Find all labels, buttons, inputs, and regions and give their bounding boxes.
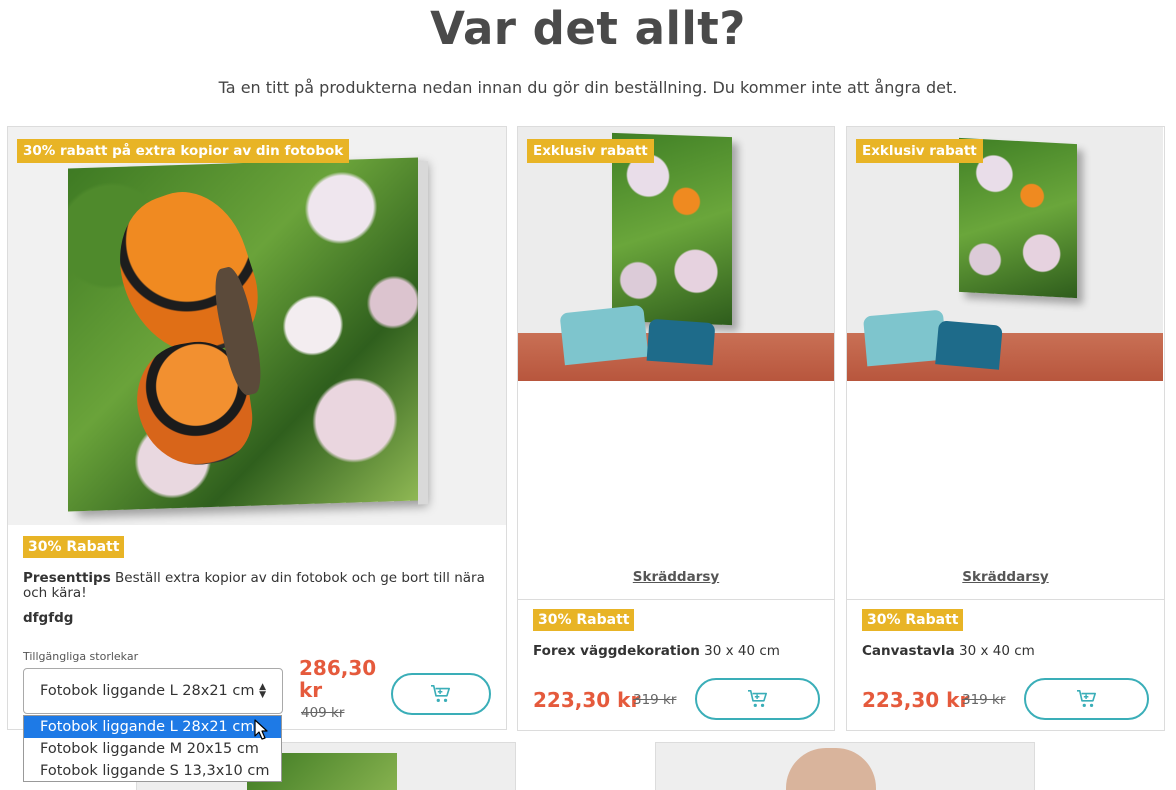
product-image-photobook: [8, 127, 506, 525]
old-price: 319 kr: [633, 692, 677, 708]
product-name: Canvastavla: [862, 643, 955, 659]
product-name-line: Forex väggdekoration 30 x 40 cm: [533, 644, 780, 659]
old-price: 319 kr: [962, 692, 1006, 708]
page-title: Var det allt?: [430, 2, 746, 55]
product-note: dfgfdg: [23, 610, 74, 626]
discount-badge: 30% Rabatt: [533, 609, 635, 631]
product-name-line: Canvastavla 30 x 40 cm: [862, 644, 1035, 659]
page-subtitle: Ta en titt på produkterna nedan innan du…: [218, 78, 958, 97]
shopping-cart-icon: [747, 690, 767, 707]
size-option[interactable]: Fotobok liggande M 20x15 cm: [24, 738, 281, 760]
product-size: 30 x 40 cm: [704, 643, 780, 659]
promo-tag: Exklusiv rabatt: [856, 139, 983, 163]
add-to-cart-button[interactable]: [391, 673, 491, 715]
customize-link[interactable]: Skräddarsy: [847, 569, 1164, 585]
product-image-canvas: [847, 127, 1163, 381]
customize-link[interactable]: Skräddarsy: [518, 569, 834, 585]
size-option[interactable]: Fotobok liggande S 13,3x10 cm: [24, 760, 281, 782]
photobook-image: [68, 157, 428, 512]
product-card-canvas: Exklusiv rabatt Skräddarsy 30% Rabatt Ca…: [846, 126, 1165, 731]
price: 223,30 kr: [533, 688, 641, 712]
description-bold: Presenttips: [23, 570, 111, 586]
select-arrows-icon: ▲ ▼: [259, 682, 266, 700]
product-card-photobook: 30% rabatt på extra kopior av din fotobo…: [7, 126, 507, 730]
discount-badge: 30% Rabatt: [23, 536, 125, 558]
product-size: 30 x 40 cm: [958, 643, 1035, 659]
size-select[interactable]: Fotobok liggande L 28x21 cm ▲ ▼: [23, 668, 283, 714]
discount-badge: 30% Rabatt: [862, 609, 964, 631]
shopping-cart-icon: [431, 685, 450, 702]
size-select-value: Fotobok liggande L 28x21 cm: [40, 683, 255, 699]
shopping-cart-icon: [1076, 690, 1096, 707]
price: 223,30 kr: [862, 688, 970, 712]
size-dropdown-list: Fotobok liggande L 28x21 cm Fotobok ligg…: [23, 715, 282, 782]
add-to-cart-button[interactable]: [1024, 678, 1149, 720]
old-price: 409 kr: [301, 705, 345, 721]
promo-tag: Exklusiv rabatt: [527, 139, 654, 163]
add-to-cart-button[interactable]: [695, 678, 820, 720]
product-image-forex: [518, 127, 834, 381]
price: 286,30 kr: [299, 656, 377, 702]
product-description: Presenttips Beställ extra kopior av din …: [23, 571, 493, 601]
promo-tag: 30% rabatt på extra kopior av din fotobo…: [17, 139, 350, 163]
product-card-forex: Exklusiv rabatt Skräddarsy 30% Rabatt Fo…: [517, 126, 835, 731]
size-option[interactable]: Fotobok liggande L 28x21 cm: [24, 716, 281, 738]
product-name: Forex väggdekoration: [533, 643, 700, 659]
size-select-label: Tillgängliga storlekar: [23, 650, 139, 663]
product-card-partial: [655, 742, 1035, 790]
mouse-pointer-icon: [254, 719, 268, 740]
